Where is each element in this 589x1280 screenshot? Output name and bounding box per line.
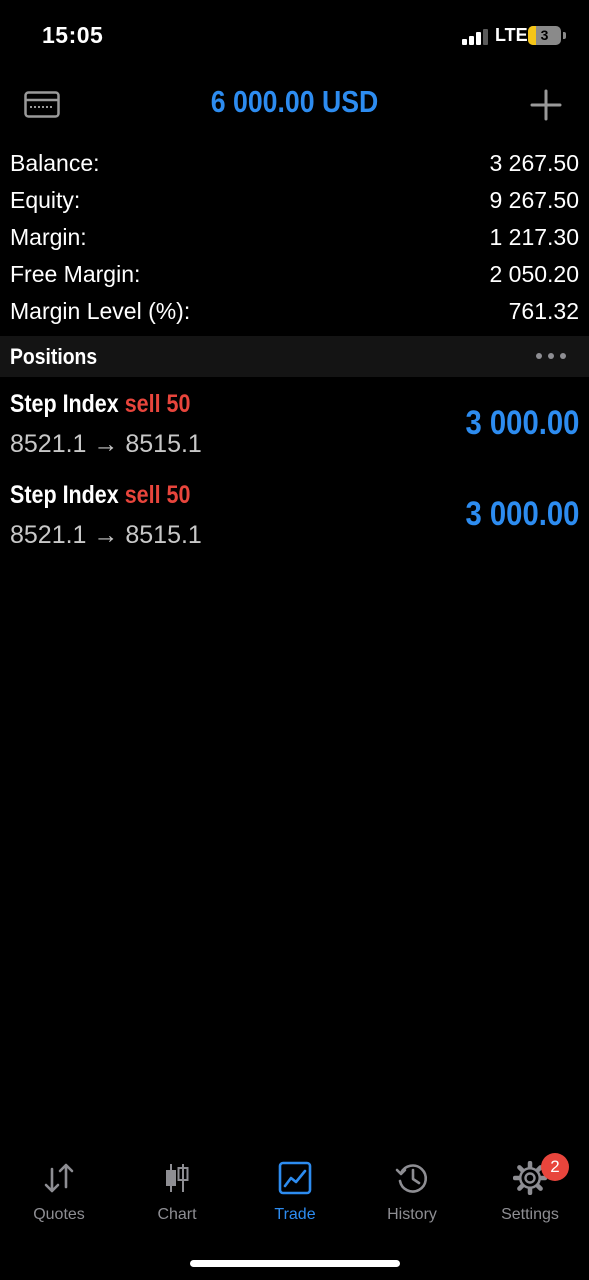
- chart-icon: [166, 1164, 189, 1192]
- home-indicator[interactable]: [190, 1260, 400, 1267]
- position-profit: 3 000.00: [465, 404, 579, 442]
- position-side: sell 50: [124, 390, 191, 418]
- summary-label: Margin:: [10, 224, 87, 250]
- summary-row-margin: Margin: 1 217.30: [0, 219, 589, 256]
- position-side: sell 50: [124, 481, 191, 509]
- position-profit: 3 000.00: [465, 495, 579, 533]
- position-prices: 8521.1 → 8515.1: [10, 430, 202, 458]
- account-summary: Balance: 3 267.50 Equity: 9 267.50 Margi…: [0, 145, 589, 330]
- tab-history[interactable]: History: [353, 1150, 471, 1230]
- tab-bar: Quotes Chart Trade History Settings: [0, 1150, 589, 1240]
- battery-icon: 3: [528, 26, 561, 45]
- summary-row-margin-level: Margin Level (%): 761.32: [0, 293, 589, 330]
- positions-section-header: Positions: [0, 336, 589, 377]
- tab-label: History: [387, 1206, 437, 1223]
- tab-settings[interactable]: Settings: [471, 1150, 589, 1230]
- summary-row-equity: Equity: 9 267.50: [0, 182, 589, 219]
- position-symbol: Step Index: [10, 390, 119, 418]
- position-prices: 8521.1 → 8515.1: [10, 521, 202, 549]
- summary-label: Free Margin:: [10, 261, 141, 287]
- summary-value: 761.32: [508, 298, 579, 324]
- trade-icon: [278, 1161, 312, 1195]
- summary-label: Margin Level (%):: [10, 298, 191, 324]
- tab-label: Settings: [501, 1206, 559, 1223]
- summary-value: 2 050.20: [489, 261, 579, 287]
- tab-chart[interactable]: Chart: [118, 1150, 236, 1230]
- status-bar: 15:05 LTE 3: [0, 0, 589, 70]
- summary-label: Balance:: [10, 150, 100, 176]
- network-label: LTE: [495, 25, 528, 45]
- settings-notification-badge: 2: [541, 1153, 569, 1181]
- status-time: 15:05: [42, 22, 104, 48]
- positions-title: Positions: [10, 344, 98, 369]
- position-symbol: Step Index: [10, 481, 119, 509]
- summary-row-free-margin: Free Margin: 2 050.20: [0, 256, 589, 293]
- account-balance-title: 6 000.00 USD: [210, 84, 379, 119]
- tab-quotes[interactable]: Quotes: [0, 1150, 118, 1230]
- position-title: Step Index sell 50: [10, 390, 190, 419]
- summary-value: 3 267.50: [489, 150, 579, 176]
- summary-value: 9 267.50: [489, 187, 579, 213]
- tab-trade[interactable]: Trade: [236, 1150, 354, 1230]
- tab-label: Quotes: [33, 1206, 85, 1223]
- header: 6 000.00 USD: [0, 78, 589, 130]
- summary-label: Equity:: [10, 187, 81, 213]
- more-icon[interactable]: [533, 350, 569, 362]
- battery-level: 3: [540, 27, 549, 43]
- summary-value: 1 217.30: [489, 224, 579, 250]
- signal-icon: [462, 29, 490, 45]
- position-item[interactable]: Step Index sell 50 8521.1 → 8515.1 3 000…: [0, 481, 589, 561]
- position-item[interactable]: Step Index sell 50 8521.1 → 8515.1 3 000…: [0, 390, 589, 470]
- tab-label: Chart: [157, 1206, 197, 1223]
- quotes-icon: [44, 1163, 74, 1193]
- plus-icon[interactable]: [529, 88, 563, 122]
- tab-label: Trade: [274, 1206, 316, 1223]
- summary-row-balance: Balance: 3 267.50: [0, 145, 589, 182]
- position-title: Step Index sell 50: [10, 481, 190, 510]
- history-icon: [395, 1164, 428, 1193]
